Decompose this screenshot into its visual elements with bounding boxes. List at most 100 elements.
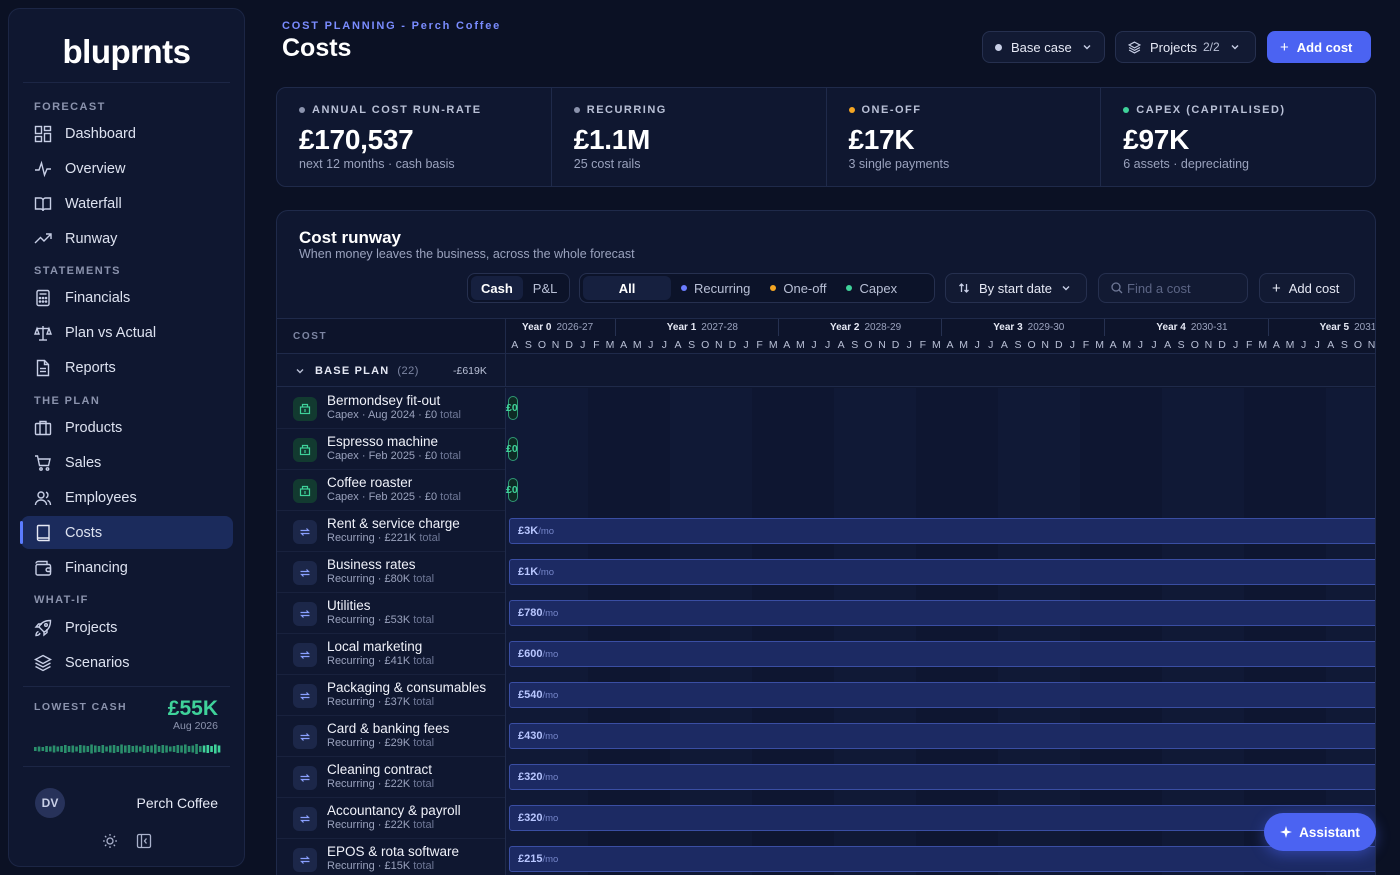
table-row[interactable]: Espresso machine Capex · Feb 2025 · £0 to… bbox=[277, 429, 1375, 470]
basis-cash-option[interactable]: Cash bbox=[471, 276, 523, 300]
collapse-sidebar-icon[interactable] bbox=[135, 832, 153, 850]
basis-pl-option[interactable]: P&L bbox=[523, 276, 568, 300]
org-name[interactable]: Perch Coffee bbox=[137, 795, 218, 811]
group-row-base-plan[interactable]: BASE PLAN (22) -£619K bbox=[277, 355, 1375, 387]
projects-dropdown[interactable]: Projects 2/2 bbox=[1115, 31, 1256, 63]
sidebar-item-products[interactable]: Products bbox=[21, 411, 233, 444]
cost-bar[interactable]: £320/mo bbox=[509, 764, 1375, 790]
sparkline-bar bbox=[154, 744, 157, 754]
search-input[interactable] bbox=[1127, 280, 1237, 296]
add-cost-button[interactable]: + Add cost bbox=[1267, 31, 1371, 63]
cost-meta-text: Recurring · £53K bbox=[327, 614, 411, 626]
sidebar-item-overview[interactable]: Overview bbox=[21, 152, 233, 185]
sidebar-item-scenarios[interactable]: Scenarios bbox=[21, 646, 233, 679]
sidebar-item-financing[interactable]: Financing bbox=[21, 551, 233, 584]
sidebar-item-plan-vs-actual[interactable]: Plan vs Actual bbox=[21, 316, 233, 349]
assistant-button[interactable]: Assistant bbox=[1264, 813, 1376, 851]
chevron-down-icon bbox=[1230, 40, 1240, 55]
month-tick-label: J bbox=[580, 339, 586, 351]
sidebar-item-runway[interactable]: Runway bbox=[21, 222, 233, 255]
sparkline-bar bbox=[180, 745, 183, 753]
section-forecast: FORECAST bbox=[34, 101, 106, 113]
sun-icon[interactable] bbox=[101, 832, 119, 850]
sparkline-bar bbox=[210, 746, 213, 752]
cost-bar[interactable]: £780/mo bbox=[509, 600, 1375, 626]
sparkline-bar bbox=[157, 746, 161, 752]
month-tick-label: O bbox=[701, 339, 710, 351]
brand-logo[interactable]: bluprnts bbox=[9, 33, 244, 71]
kpi-subtext: 25 cost rails bbox=[573, 157, 641, 171]
search-box bbox=[1098, 273, 1248, 303]
table-row[interactable]: Rent & service charge Recurring · £221K t… bbox=[277, 511, 1375, 552]
cost-bar[interactable]: £540/mo bbox=[509, 682, 1375, 708]
cost-bar[interactable]: £430/mo bbox=[509, 723, 1375, 749]
sidebar-item-costs[interactable]: Costs bbox=[20, 516, 233, 549]
table-row[interactable]: Cleaning contract Recurring · £22K total £… bbox=[277, 757, 1375, 798]
table-row[interactable]: EPOS & rota software Recurring · £15K tot… bbox=[277, 839, 1375, 875]
table-row[interactable]: Card & banking fees Recurring · £29K tota… bbox=[277, 716, 1375, 757]
sidebar-item-waterfall[interactable]: Waterfall bbox=[21, 187, 233, 220]
bar-unit: /mo bbox=[542, 607, 559, 619]
cost-bar[interactable]: £3K/mo bbox=[509, 518, 1375, 544]
cost-bar[interactable]: £320/mo bbox=[509, 805, 1375, 831]
month-tick-label: J bbox=[1151, 339, 1157, 351]
month-tick-label: A bbox=[1164, 339, 1172, 351]
sparkline-bar bbox=[199, 746, 202, 752]
cost-bar[interactable]: £215/mo bbox=[509, 846, 1375, 872]
table-row[interactable]: Coffee roaster Capex · Feb 2025 · £0 tota… bbox=[277, 470, 1375, 511]
sparkline-bar bbox=[109, 745, 112, 753]
filter-recurring[interactable]: Recurring bbox=[671, 276, 760, 300]
section-what-if: WHAT-IF bbox=[34, 594, 89, 606]
month-tick-label: J bbox=[988, 339, 994, 351]
cost-meta-text: Capex · Feb 2025 · £0 bbox=[327, 491, 438, 503]
sparkline-bar bbox=[34, 747, 37, 751]
sidebar-item-financials[interactable]: Financials bbox=[21, 281, 233, 314]
sidebar-item-reports[interactable]: Reports bbox=[21, 351, 233, 384]
kpi-value: £170,537 bbox=[299, 124, 414, 155]
sidebar-item-projects[interactable]: Projects bbox=[21, 611, 233, 644]
bar-unit: /mo bbox=[542, 730, 559, 742]
avatar[interactable]: DV bbox=[35, 788, 65, 818]
repeat-icon bbox=[293, 807, 317, 831]
cost-meta: Recurring · £22K total bbox=[327, 778, 434, 790]
cost-bar[interactable]: £1K/mo bbox=[509, 559, 1375, 585]
table-row[interactable]: Bermondsey fit-out Capex · Aug 2024 · £0 … bbox=[277, 388, 1375, 429]
scenario-dropdown[interactable]: Base case bbox=[982, 31, 1105, 63]
month-tick-label: J bbox=[824, 339, 831, 351]
filter-label: One-off bbox=[783, 280, 827, 296]
month-tick-label: M bbox=[632, 339, 642, 351]
sidebar-item-label: Plan vs Actual bbox=[65, 324, 157, 341]
month-tick-label: J bbox=[743, 339, 749, 351]
panel-add-cost-button[interactable]: + Add cost bbox=[1259, 273, 1355, 303]
month-tick-label: O bbox=[1190, 339, 1199, 351]
sidebar-item-sales[interactable]: Sales bbox=[21, 446, 233, 479]
filter-capex[interactable]: Capex bbox=[836, 276, 907, 300]
table-row[interactable]: Packaging & consumables Recurring · £37K … bbox=[277, 675, 1375, 716]
sparkline-bar bbox=[191, 745, 195, 753]
sort-dropdown[interactable]: By start date bbox=[945, 273, 1087, 303]
table-row[interactable]: Utilities Recurring · £53K total £780/mo bbox=[277, 593, 1375, 634]
sidebar-item-employees[interactable]: Employees bbox=[21, 481, 233, 514]
table-row[interactable]: Business rates Recurring · £80K total £1K /… bbox=[277, 552, 1375, 593]
projects-label: Projects bbox=[1150, 39, 1197, 55]
scenario-label: Base case bbox=[1011, 39, 1072, 55]
sparkline-bar bbox=[97, 746, 101, 752]
year-label: Year 0 2026-27 bbox=[522, 322, 594, 333]
filter-one-off[interactable]: One-off bbox=[760, 276, 836, 300]
table-row[interactable]: Accountancy & payroll Recurring · £22K to… bbox=[277, 798, 1375, 839]
capex-value: £0 bbox=[506, 484, 518, 496]
sparkline-bar bbox=[124, 745, 127, 753]
kpi-annual-run-rate: ANNUAL COST RUN-RATE £170,537 next 12 mo… bbox=[277, 88, 552, 186]
chevron-down-icon[interactable] bbox=[295, 366, 305, 376]
sparkline-bar bbox=[60, 746, 63, 752]
sparkline-bar bbox=[127, 745, 131, 753]
sidebar-item-dashboard[interactable]: Dashboard bbox=[21, 117, 233, 150]
sidebar-item-label: Employees bbox=[65, 489, 137, 506]
month-tick-label: O bbox=[537, 339, 547, 351]
cost-meta-total: total bbox=[440, 491, 461, 503]
table-row[interactable]: Local marketing Recurring · £41K total £60… bbox=[277, 634, 1375, 675]
filter-label: Recurring bbox=[694, 280, 751, 296]
cost-bar[interactable]: £600/mo bbox=[509, 641, 1375, 667]
filter-all[interactable]: All bbox=[583, 276, 671, 300]
year-label: Year 2 2028-29 bbox=[830, 322, 902, 333]
